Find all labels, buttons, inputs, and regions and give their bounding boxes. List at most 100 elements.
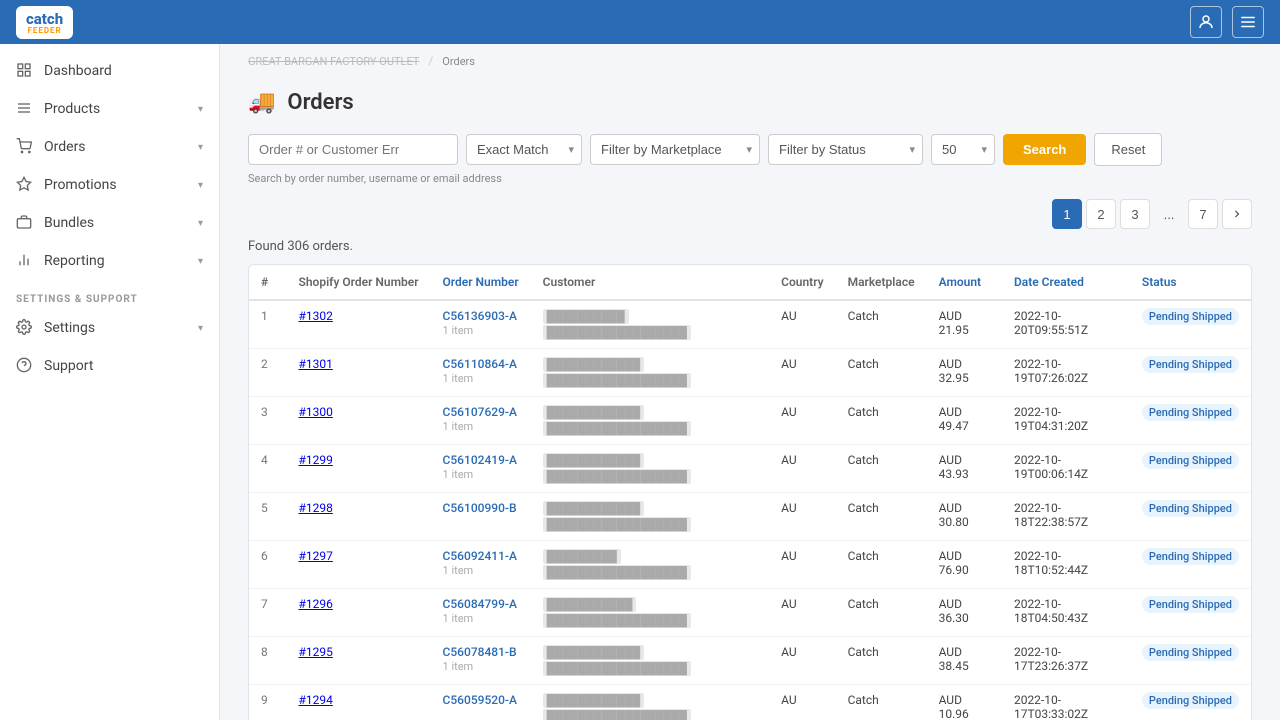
cell-amount: AUD 10.96 (927, 685, 1002, 720)
status-badge: Pending Shipped (1142, 404, 1239, 421)
cell-shopify[interactable]: #1295 (287, 637, 431, 685)
sidebar-item-dashboard[interactable]: Dashboard (0, 52, 219, 90)
cell-num: 3 (249, 397, 287, 445)
cell-num: 8 (249, 637, 287, 685)
cell-status: Pending Shipped (1130, 349, 1251, 397)
cell-shopify[interactable]: #1299 (287, 445, 431, 493)
customer-name: █████████ (543, 549, 621, 564)
cell-shopify[interactable]: #1300 (287, 397, 431, 445)
sidebar-nav: Dashboard Products ▾ Orders (0, 44, 219, 720)
sidebar-label-products: Products (44, 101, 100, 117)
cell-country: AU (769, 685, 835, 720)
col-shopify-order: Shopify Order Number (287, 265, 431, 300)
col-status[interactable]: Status (1130, 265, 1251, 300)
cell-amount: AUD 76.90 (927, 541, 1002, 589)
dashboard-icon (16, 62, 34, 80)
sidebar-item-bundles[interactable]: Bundles ▾ (0, 204, 219, 242)
cell-date: 2022-10-17T23:26:37Z (1002, 637, 1130, 685)
cell-date: 2022-10-18T04:50:43Z (1002, 589, 1130, 637)
cell-shopify[interactable]: #1302 (287, 300, 431, 349)
sidebar-label-dashboard: Dashboard (44, 63, 112, 79)
orders-chevron-icon: ▾ (198, 142, 203, 153)
col-order-number[interactable]: Order Number (431, 265, 531, 300)
menu-icon[interactable] (1232, 6, 1264, 38)
status-badge: Pending Shipped (1142, 644, 1239, 661)
marketplace-select-wrapper: Filter by Marketplace Catch (590, 134, 760, 165)
sidebar-item-support[interactable]: Support (0, 347, 219, 385)
perpage-select[interactable]: 50 25 100 (931, 134, 995, 165)
cell-country: AU (769, 493, 835, 541)
cell-customer: ████████████ ██████████████████ (531, 637, 769, 685)
order-number-link: C56136903-A (443, 309, 517, 323)
cell-customer: ████████████ ██████████████████ (531, 397, 769, 445)
sidebar-item-orders[interactable]: Orders ▾ (0, 128, 219, 166)
orders-icon (16, 138, 34, 156)
cell-shopify[interactable]: #1294 (287, 685, 431, 720)
cell-status: Pending Shipped (1130, 397, 1251, 445)
sidebar-item-products[interactable]: Products ▾ (0, 90, 219, 128)
page-title: Orders (287, 90, 353, 115)
page-btn-3[interactable]: 3 (1120, 199, 1150, 229)
page-btn-ellipsis: ... (1154, 199, 1184, 229)
status-select[interactable]: Filter by Status Pending Shipped (768, 134, 923, 165)
col-date-created[interactable]: Date Created (1002, 265, 1130, 300)
cell-order-num[interactable]: C56084799-A 1 item (431, 589, 531, 637)
cell-order-num[interactable]: C56110864-A 1 item (431, 349, 531, 397)
page-btn-7[interactable]: 7 (1188, 199, 1218, 229)
cell-shopify[interactable]: #1298 (287, 493, 431, 541)
cell-date: 2022-10-17T03:33:02Z (1002, 685, 1130, 720)
col-customer: Customer (531, 265, 769, 300)
topbar-right (1190, 6, 1264, 38)
sidebar-label-bundles: Bundles (44, 215, 94, 231)
reset-button[interactable]: Reset (1094, 133, 1162, 166)
cell-order-num[interactable]: C56102419-A 1 item (431, 445, 531, 493)
cell-order-num[interactable]: C56092411-A 1 item (431, 541, 531, 589)
page-btn-1[interactable]: 1 (1052, 199, 1082, 229)
cell-order-num[interactable]: C56078481-B 1 item (431, 637, 531, 685)
cell-marketplace: Catch (836, 300, 927, 349)
cell-customer: ████████████ ██████████████████ (531, 685, 769, 720)
table-row: 4 #1299 C56102419-A 1 item ████████████ … (249, 445, 1251, 493)
status-badge: Pending Shipped (1142, 500, 1239, 517)
status-select-wrapper: Filter by Status Pending Shipped (768, 134, 923, 165)
cell-amount: AUD 38.45 (927, 637, 1002, 685)
cell-amount: AUD 21.95 (927, 300, 1002, 349)
customer-email: ██████████████████ (543, 709, 691, 720)
truck-icon: 🚚 (248, 90, 275, 115)
page-btn-2[interactable]: 2 (1086, 199, 1116, 229)
cell-customer: ████████████ ██████████████████ (531, 493, 769, 541)
cell-shopify[interactable]: #1296 (287, 589, 431, 637)
sidebar-item-reporting[interactable]: Reporting ▾ (0, 242, 219, 280)
cell-order-num[interactable]: C56100990-B (431, 493, 531, 541)
bundles-icon (16, 214, 34, 232)
cell-order-num[interactable]: C56107629-A 1 item (431, 397, 531, 445)
search-input[interactable] (248, 134, 458, 165)
cell-amount: AUD 36.30 (927, 589, 1002, 637)
cell-country: AU (769, 589, 835, 637)
cell-order-num[interactable]: C56059520-A (431, 685, 531, 720)
settings-chevron-icon: ▾ (198, 323, 203, 334)
sidebar-item-promotions[interactable]: Promotions ▾ (0, 166, 219, 204)
col-country: Country (769, 265, 835, 300)
sidebar-item-settings[interactable]: Settings ▾ (0, 309, 219, 347)
status-badge: Pending Shipped (1142, 596, 1239, 613)
cell-shopify[interactable]: #1297 (287, 541, 431, 589)
order-sub: 1 item (443, 324, 519, 337)
cell-status: Pending Shipped (1130, 445, 1251, 493)
breadcrumb-separator: / (428, 54, 433, 68)
cell-num: 7 (249, 589, 287, 637)
page-btn-next[interactable] (1222, 199, 1252, 229)
main-content: GREAT BARGAN FACTORY OUTLET / Orders 🚚 O… (220, 44, 1280, 720)
user-icon[interactable] (1190, 6, 1222, 38)
cell-country: AU (769, 349, 835, 397)
match-select[interactable]: Exact Match Partial Match (466, 134, 582, 165)
cell-date: 2022-10-18T10:52:44Z (1002, 541, 1130, 589)
cell-date: 2022-10-20T09:55:51Z (1002, 300, 1130, 349)
cell-order-num[interactable]: C56136903-A 1 item (431, 300, 531, 349)
cell-shopify[interactable]: #1301 (287, 349, 431, 397)
products-chevron-icon: ▾ (198, 104, 203, 115)
marketplace-select[interactable]: Filter by Marketplace Catch (590, 134, 760, 165)
search-button[interactable]: Search (1003, 134, 1086, 165)
perpage-select-wrapper: 50 25 100 (931, 134, 995, 165)
col-amount[interactable]: Amount (927, 265, 1002, 300)
